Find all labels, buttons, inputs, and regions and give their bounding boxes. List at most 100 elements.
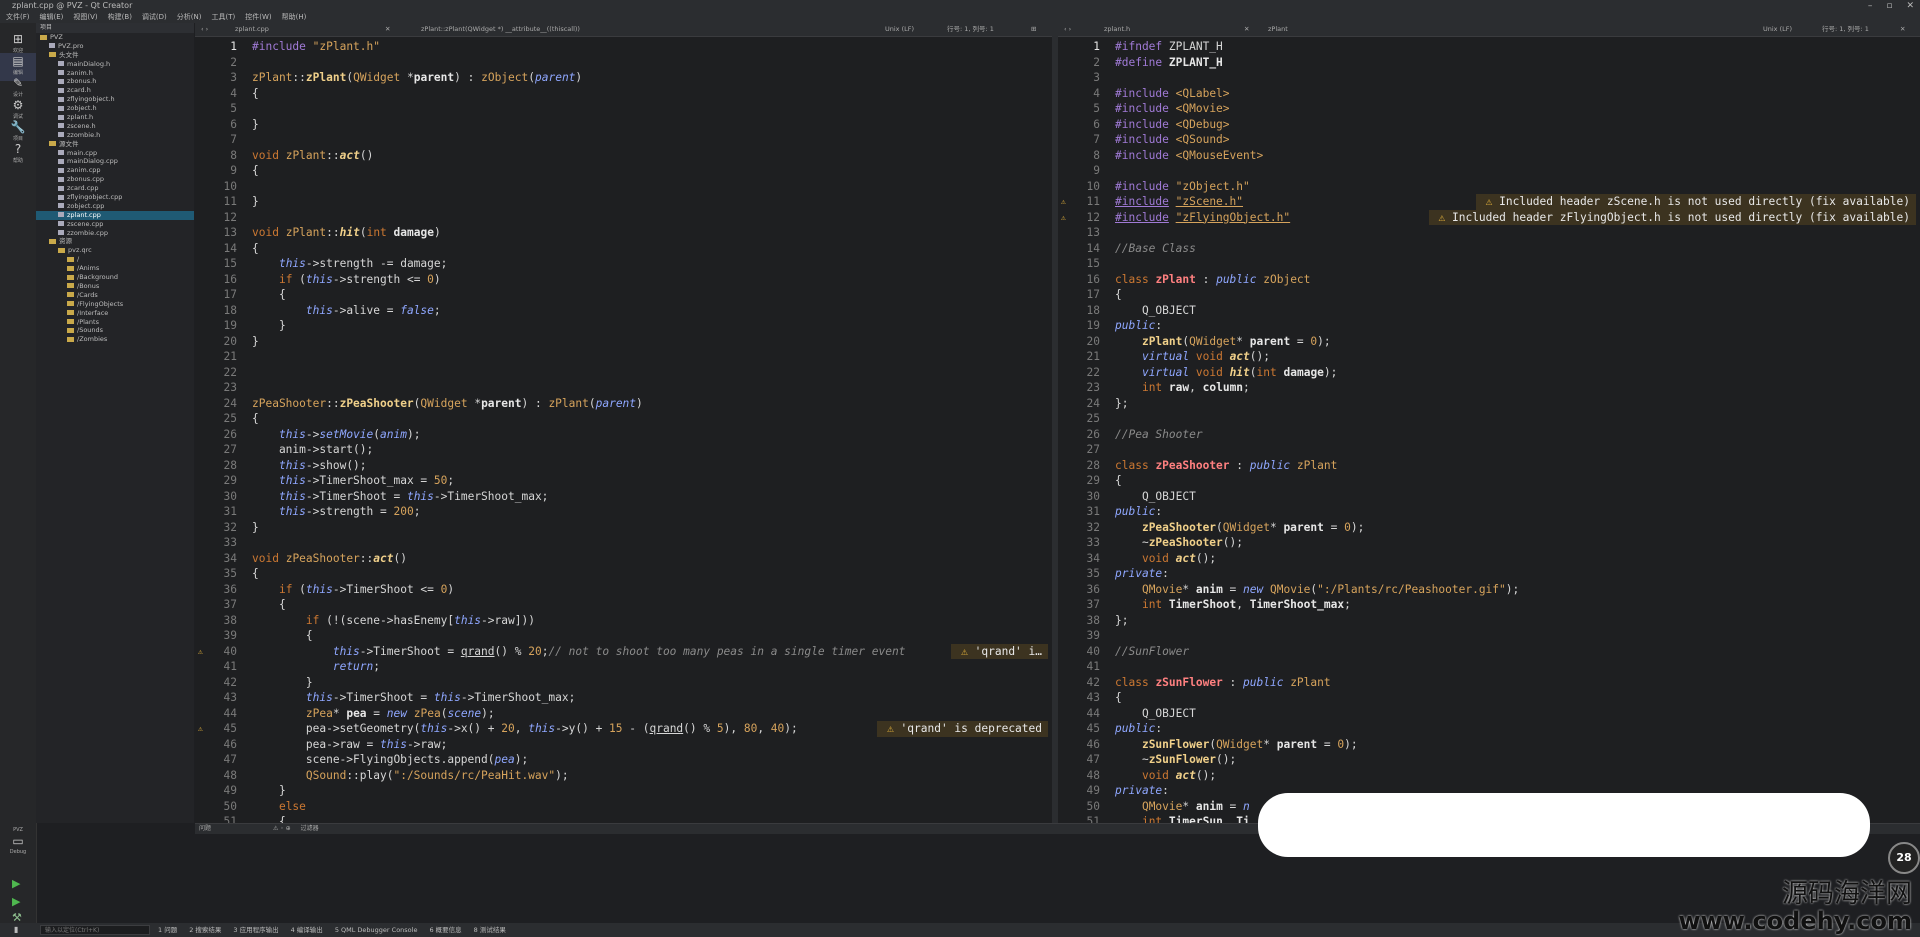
- tree-file[interactable]: zbonus.cpp: [36, 175, 194, 184]
- notification-badge[interactable]: 28: [1888, 842, 1920, 874]
- left-symbol-combo[interactable]: zPlant::zPlant(QWidget *) __attribute__(…: [421, 23, 580, 36]
- code-text[interactable]: #include <QLabel>: [1115, 86, 1230, 102]
- code-text[interactable]: ~zSunFlower();: [1115, 752, 1236, 768]
- close-button[interactable]: ✕: [1906, 0, 1914, 12]
- code-text[interactable]: {: [252, 597, 286, 613]
- code-text[interactable]: this->alive = false;: [252, 303, 441, 319]
- code-text[interactable]: this->setMovie(anim);: [252, 427, 421, 443]
- code-text[interactable]: this->TimerShoot = this->TimerShoot_max;: [252, 690, 575, 706]
- code-text[interactable]: virtual void act();: [1115, 349, 1270, 365]
- sidebar-header[interactable]: 项目: [36, 23, 194, 33]
- left-position[interactable]: 行号: 1, 列号: 1: [947, 23, 994, 36]
- tree-folder[interactable]: /Anims: [36, 264, 194, 273]
- code-text[interactable]: }: [252, 194, 259, 210]
- right-encoding[interactable]: Unix (LF): [1763, 23, 1792, 36]
- warning-icon[interactable]: ⚠: [1061, 194, 1066, 210]
- tree-folder[interactable]: /Zombies: [36, 335, 194, 344]
- tree-file[interactable]: zcard.cpp: [36, 184, 194, 193]
- tree-file[interactable]: zobject.h: [36, 104, 194, 113]
- locator-input[interactable]: 输入以定位(Ctrl+K): [40, 925, 150, 935]
- code-text[interactable]: #include <QDebug>: [1115, 117, 1230, 133]
- output-tab-3[interactable]: 3 应用程序输出: [233, 923, 278, 937]
- left-editor[interactable]: ‹ › zplant.cpp ✕ zPlant::zPlant(QWidget …: [195, 23, 1052, 823]
- code-text[interactable]: #define ZPLANT_H: [1115, 55, 1223, 71]
- code-text[interactable]: {: [252, 163, 259, 179]
- code-text[interactable]: int raw, column;: [1115, 380, 1250, 396]
- tree-folder[interactable]: PVZ: [36, 33, 194, 42]
- tree-file[interactable]: zflyingobject.cpp: [36, 193, 194, 202]
- code-text[interactable]: {: [1115, 473, 1122, 489]
- tree-folder[interactable]: /Sounds: [36, 326, 194, 335]
- tree-file[interactable]: zscene.cpp: [36, 220, 194, 229]
- code-text[interactable]: this->strength = 200;: [252, 504, 420, 520]
- code-text[interactable]: scene->FlyingObjects.append(pea);: [252, 752, 528, 768]
- filter-icon[interactable]: ⚠ ◦ ⊕: [273, 825, 291, 832]
- code-text[interactable]: {: [252, 241, 259, 257]
- menu-item-2[interactable]: 视图(V): [73, 12, 97, 23]
- code-text[interactable]: };: [1115, 396, 1128, 412]
- code-text[interactable]: #include <QMovie>: [1115, 101, 1230, 117]
- code-text[interactable]: #include <QMouseEvent>: [1115, 148, 1263, 164]
- inline-warning[interactable]: ⚠ 'qrand' is deprecated: [877, 721, 1048, 737]
- code-text[interactable]: public:: [1115, 721, 1162, 737]
- close-split-icon[interactable]: ✕: [1900, 23, 1905, 36]
- code-text[interactable]: pea->setGeometry(this->x() + 20, this->y…: [252, 721, 798, 737]
- code-text[interactable]: //Pea Shooter: [1115, 427, 1203, 443]
- code-text[interactable]: class zPlant : public zObject: [1115, 272, 1310, 288]
- inline-warning[interactable]: ⚠ 'qrand' i…: [951, 643, 1048, 659]
- menu-item-3[interactable]: 构建(B): [108, 12, 132, 23]
- tree-file[interactable]: zanim.h: [36, 69, 194, 78]
- code-text[interactable]: this->strength -= damage;: [252, 256, 447, 272]
- code-text[interactable]: if (this->strength <= 0): [252, 272, 441, 288]
- code-text[interactable]: {: [1115, 690, 1122, 706]
- output-tab-4[interactable]: 4 编译输出: [291, 923, 323, 937]
- kit-selector[interactable]: PVZ ▭ Debug: [0, 827, 36, 855]
- code-text[interactable]: {: [252, 411, 259, 427]
- code-text[interactable]: }: [252, 783, 286, 799]
- code-text[interactable]: class zPeaShooter : public zPlant: [1115, 458, 1337, 474]
- code-text[interactable]: private:: [1115, 783, 1169, 799]
- tree-file[interactable]: zscene.h: [36, 122, 194, 131]
- tree-file[interactable]: mainDialog.h: [36, 60, 194, 69]
- code-text[interactable]: {: [252, 814, 286, 823]
- code-text[interactable]: #include "zObject.h": [1115, 179, 1250, 195]
- code-text[interactable]: this->TimerShoot = qrand() % 20;// not t…: [252, 644, 906, 660]
- tree-file[interactable]: main.cpp: [36, 149, 194, 158]
- right-file-tab[interactable]: zplant.h: [1104, 23, 1130, 36]
- menu-item-5[interactable]: 分析(N): [177, 12, 202, 23]
- warning-icon[interactable]: ⚠: [198, 644, 203, 660]
- code-text[interactable]: zPeaShooter(QWidget* parent = 0);: [1115, 520, 1364, 536]
- toggle-sidebar-icon[interactable]: ▮: [14, 923, 18, 937]
- output-tab-6[interactable]: 6 概要信息: [429, 923, 461, 937]
- code-text[interactable]: //SunFlower: [1115, 644, 1189, 660]
- code-text[interactable]: QMovie* anim = new QMovie(":/Plants/rc/P…: [1115, 582, 1519, 598]
- code-text[interactable]: pea->raw = this->raw;: [252, 737, 447, 753]
- left-encoding[interactable]: Unix (LF): [885, 23, 914, 36]
- tree-folder[interactable]: /: [36, 255, 194, 264]
- code-text[interactable]: QMovie* anim = n: [1115, 799, 1250, 815]
- tree-folder[interactable]: 源文件: [36, 140, 194, 149]
- code-text[interactable]: #ifndef ZPLANT_H: [1115, 39, 1223, 55]
- code-text[interactable]: public:: [1115, 504, 1162, 520]
- tree-folder[interactable]: pvz.qrc: [36, 246, 194, 255]
- left-file-tab[interactable]: zplant.cpp: [235, 23, 269, 36]
- code-text[interactable]: {: [252, 287, 286, 303]
- code-text[interactable]: private:: [1115, 566, 1169, 582]
- code-text[interactable]: #include <QSound>: [1115, 132, 1230, 148]
- debug-run-icon[interactable]: ▶: [12, 895, 20, 908]
- right-editor[interactable]: ‹ › zplant.h ✕ zPlant Unix (LF) 行号: 1, 列…: [1058, 23, 1920, 823]
- menu-item-8[interactable]: 帮助(H): [282, 12, 307, 23]
- inline-warning[interactable]: ⚠ Included header zScene.h is not used d…: [1475, 194, 1916, 210]
- code-text[interactable]: #include "zScene.h": [1115, 194, 1243, 210]
- tree-file[interactable]: zzombie.cpp: [36, 229, 194, 238]
- filter-input[interactable]: 过滤器: [301, 825, 319, 832]
- tree-file[interactable]: zobject.cpp: [36, 202, 194, 211]
- code-text[interactable]: void act();: [1115, 551, 1216, 567]
- tree-file[interactable]: mainDialog.cpp: [36, 157, 194, 166]
- mode-help[interactable]: ? 帮助: [0, 141, 36, 169]
- code-text[interactable]: void zPlant::hit(int damage): [252, 225, 441, 241]
- code-text[interactable]: class zSunFlower : public zPlant: [1115, 675, 1331, 691]
- tree-folder[interactable]: /Plants: [36, 318, 194, 327]
- tree-folder[interactable]: 资源: [36, 237, 194, 246]
- tree-file[interactable]: zanim.cpp: [36, 166, 194, 175]
